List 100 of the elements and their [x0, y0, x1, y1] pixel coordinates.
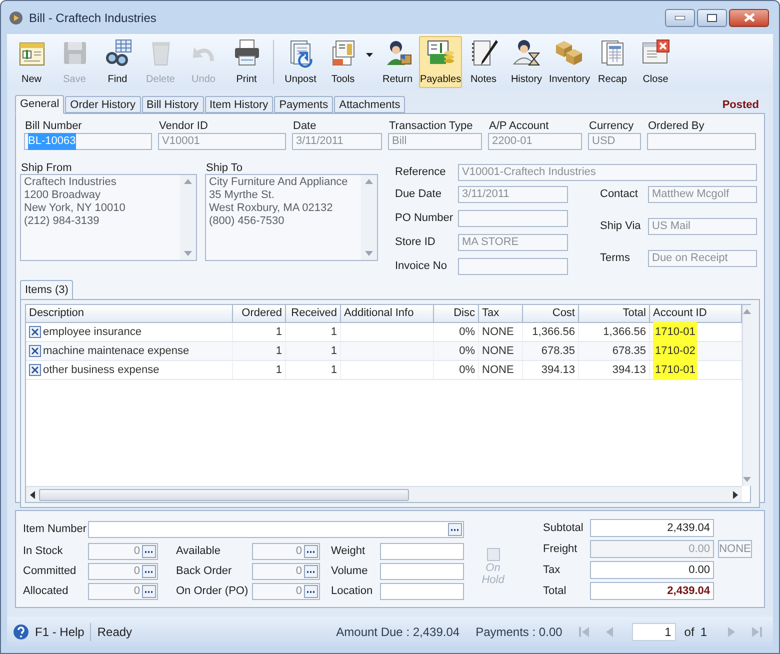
- minimize-icon: [675, 16, 685, 20]
- tab[interactable]: Bill History: [142, 96, 204, 113]
- field-label: Vendor ID: [158, 119, 209, 133]
- column-header[interactable]: Disc: [434, 305, 479, 322]
- text-field[interactable]: [458, 210, 568, 226]
- restore-button[interactable]: [697, 8, 727, 26]
- field-label: Item Number: [23, 522, 88, 538]
- tab[interactable]: General: [15, 95, 64, 114]
- table-cell-text: NONE: [482, 324, 514, 340]
- down-arrow-icon[interactable]: [184, 251, 192, 256]
- left-arrow-icon[interactable]: [30, 490, 35, 498]
- up-arrow-icon[interactable]: [184, 179, 192, 184]
- ellipsis-button[interactable]: [448, 523, 462, 536]
- ellipsis-button[interactable]: [142, 545, 156, 558]
- delete-row-icon[interactable]: [29, 345, 41, 357]
- table-cell-text: 394.13: [541, 362, 575, 378]
- toolbar-button[interactable]: Inventory: [548, 36, 591, 88]
- next-page-icon: [726, 627, 736, 637]
- text-field[interactable]: 2,439.04: [590, 582, 714, 600]
- toolbar-button[interactable]: Close: [634, 36, 677, 88]
- horizontal-scrollbar[interactable]: [26, 486, 742, 502]
- column-header[interactable]: Description: [26, 305, 233, 322]
- ellipsis-button[interactable]: [142, 585, 156, 598]
- scrollbar[interactable]: [361, 175, 377, 260]
- up-arrow-icon[interactable]: [365, 179, 373, 184]
- ellipsis-button[interactable]: [142, 565, 156, 578]
- toolbar-button[interactable]: New: [10, 36, 53, 88]
- toolbar-button[interactable]: Tools: [322, 36, 376, 88]
- table-cell-text: 678.35: [541, 344, 575, 359]
- text-field[interactable]: [380, 583, 464, 600]
- status-label: Posted: [722, 98, 759, 113]
- app-icon: [9, 10, 23, 24]
- column-header[interactable]: Cost: [523, 305, 579, 322]
- close-button[interactable]: [729, 8, 769, 26]
- delete-row-icon[interactable]: [29, 326, 41, 338]
- toolbar-button[interactable]: Find: [96, 36, 139, 88]
- scrollbar[interactable]: [180, 175, 196, 260]
- up-arrow-icon[interactable]: [743, 309, 751, 314]
- toolbar-button[interactable]: Payables: [419, 36, 462, 88]
- delete-row-icon[interactable]: [29, 364, 41, 376]
- table-cell-text: 1: [276, 344, 282, 359]
- field-label: Back Order: [176, 564, 233, 580]
- column-header[interactable]: Total: [579, 305, 650, 322]
- tab[interactable]: Order History: [65, 96, 141, 113]
- field-label: Invoice No: [395, 258, 448, 274]
- address-box[interactable]: Craftech Industries 1200 Broadway New York, NY 10010 (212) 984-3139: [20, 174, 197, 261]
- ellipsis-button[interactable]: [304, 565, 318, 578]
- help-link[interactable]: F1 - Help: [35, 623, 84, 641]
- table-cell-text: 678.35: [612, 344, 646, 359]
- tab[interactable]: Payments: [274, 96, 334, 113]
- table-cell-text: 1: [276, 362, 282, 378]
- ellipsis-button[interactable]: [304, 585, 318, 598]
- text-field[interactable]: 2,439.04: [590, 519, 714, 537]
- field-label: Ship From: [20, 161, 73, 174]
- toolbar-button[interactable]: History: [505, 36, 548, 88]
- field-label: Reference: [395, 164, 447, 180]
- text-field[interactable]: [88, 521, 464, 538]
- field-label: Store ID: [395, 234, 436, 250]
- address-box[interactable]: City Furniture And Appliance 35 Myrthe St. West Roxbury, MA 02132 (800) 456-7530: [205, 174, 378, 261]
- field-label: In Stock: [23, 544, 64, 560]
- field-label: Location: [331, 584, 374, 600]
- last-page-icon: [752, 627, 762, 637]
- table-cell-text: 1,366.56: [603, 324, 646, 340]
- right-arrow-icon[interactable]: [733, 490, 738, 498]
- column-header[interactable]: Received: [286, 305, 341, 322]
- minimize-button[interactable]: [665, 8, 695, 26]
- text-field[interactable]: [380, 543, 464, 560]
- text-field[interactable]: [647, 133, 756, 150]
- address-line: 1200 Broadway: [24, 189, 102, 202]
- field-label: Ship Via: [600, 218, 642, 234]
- column-header[interactable]: Additional Info: [341, 305, 434, 322]
- table-cell-text: 0%: [459, 362, 475, 378]
- tab[interactable]: Items (3): [20, 280, 74, 299]
- tab[interactable]: Attachments: [334, 96, 406, 113]
- field-label: Subtotal: [543, 520, 584, 536]
- toolbar-button[interactable]: Notes: [462, 36, 505, 88]
- text-field[interactable]: 0.00: [590, 561, 714, 579]
- address-line: West Roxbury, MA 02132: [209, 202, 334, 215]
- help-icon[interactable]: [13, 624, 29, 640]
- field-label: Available: [176, 544, 222, 560]
- table-cell: 1710-01: [653, 360, 698, 380]
- toolbar-button[interactable]: Print: [225, 36, 268, 88]
- column-header[interactable]: Ordered: [233, 305, 286, 322]
- toolbar-button[interactable]: Return: [376, 36, 419, 88]
- text-field[interactable]: [380, 563, 464, 580]
- toolbar-button[interactable]: Unpost: [279, 36, 322, 88]
- address-line: 35 Myrthe St.: [209, 189, 276, 202]
- vertical-scrollbar[interactable]: [742, 305, 751, 486]
- down-arrow-icon[interactable]: [365, 251, 373, 256]
- column-header[interactable]: Tax: [479, 305, 523, 322]
- field-label: A/P Account: [488, 119, 550, 133]
- text-field[interactable]: [458, 258, 568, 274]
- ellipsis-button[interactable]: [304, 545, 318, 558]
- tab[interactable]: Item History: [204, 96, 274, 113]
- toolbar-button[interactable]: Recap: [591, 36, 634, 88]
- down-arrow-icon[interactable]: [743, 477, 751, 482]
- field-label: Bill Number: [24, 119, 83, 133]
- table-cell: 1710-02: [653, 340, 698, 362]
- page-field[interactable]: 1: [632, 623, 676, 641]
- field-label: Date: [292, 119, 318, 133]
